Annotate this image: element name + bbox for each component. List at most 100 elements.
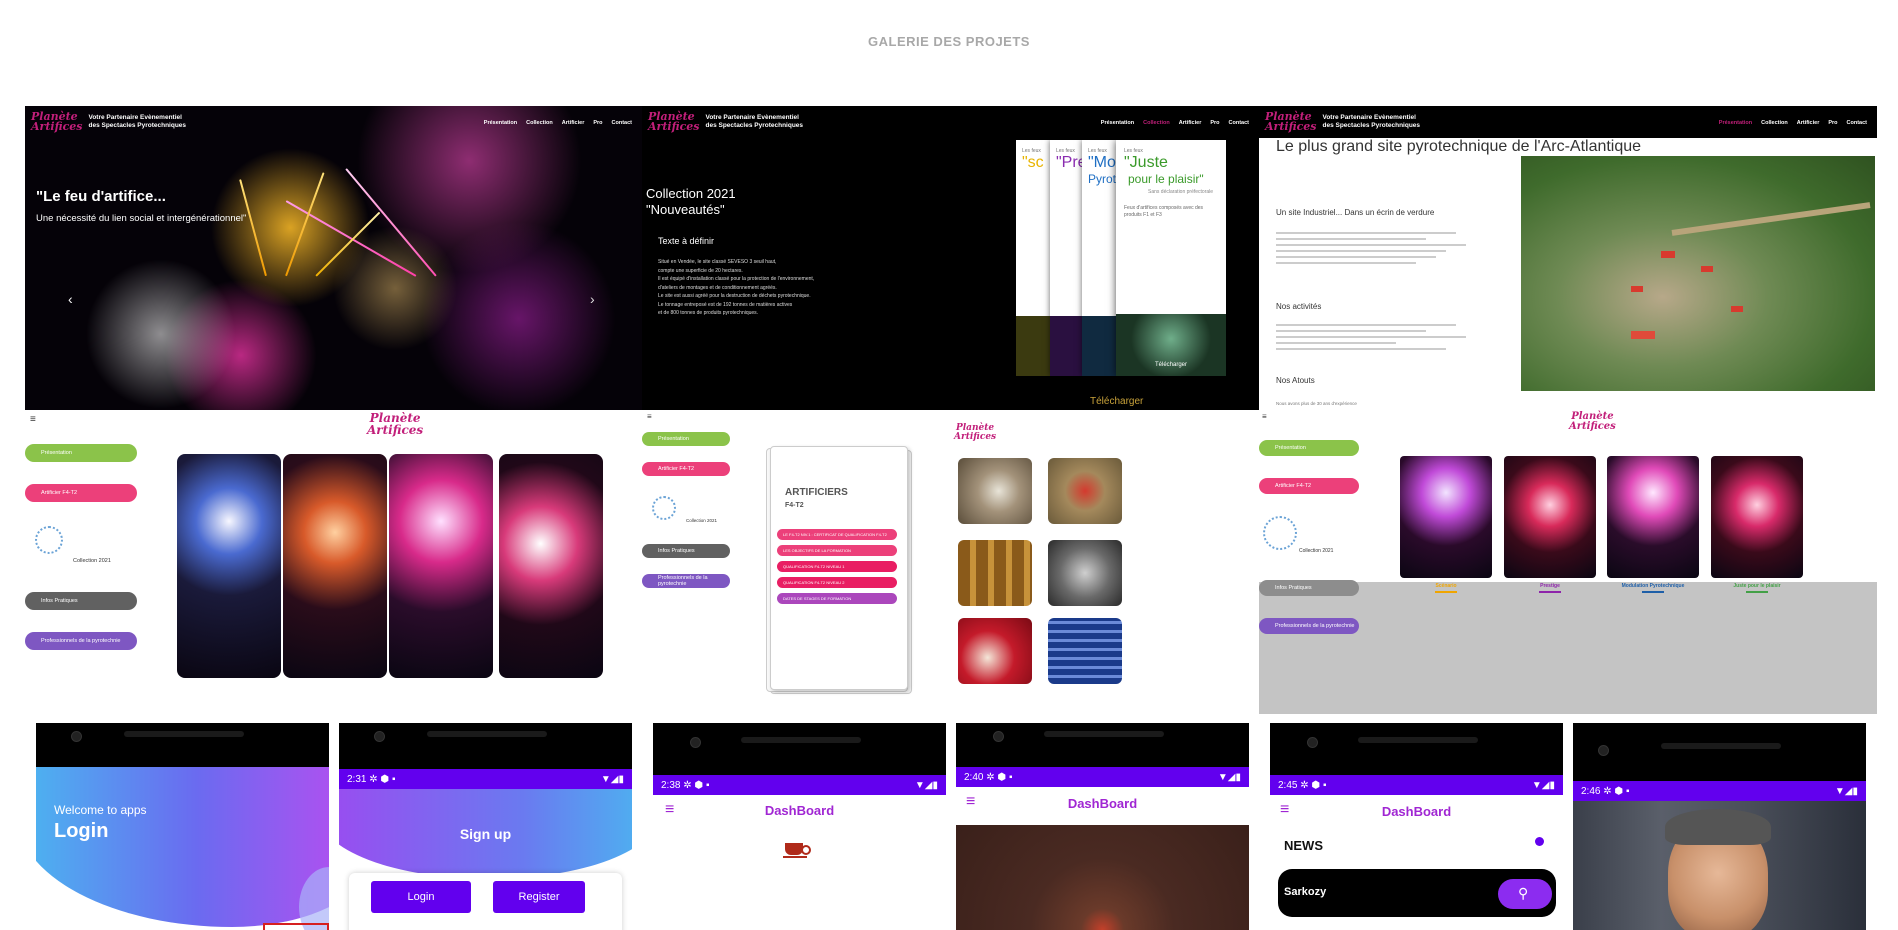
nav-item-collection[interactable]: Collection [1761, 120, 1788, 126]
dashboard-title: DashBoard [1067, 796, 1138, 811]
card-caption[interactable]: Modulation Pyrotechnique [1607, 583, 1699, 593]
menu-item-infos[interactable]: Infos Pratiques [642, 544, 730, 558]
nav-item-contact[interactable]: Contact [1229, 120, 1249, 126]
shield-icon: ⬢ [1311, 779, 1321, 791]
menu-item-infos[interactable]: Infos Pratiques [25, 592, 137, 610]
collection-card[interactable]: Les feux "Juste pour le plaisir" Sans dé… [1116, 140, 1226, 376]
gear-icon: ✲ [369, 773, 378, 785]
fireworks-card[interactable] [1607, 456, 1699, 578]
nav-item-presentation[interactable]: Présentation [1719, 120, 1752, 126]
nav-item-collection[interactable]: Collection [526, 120, 553, 126]
nav-item-artificier[interactable]: Artificier [1179, 120, 1202, 126]
menu-item-professionnels[interactable]: Professionnels de la pyrotechnie [1259, 618, 1359, 634]
search-button[interactable]: ⚲ [1498, 879, 1552, 909]
status-bar: 2:45 ✲ ⬢ ▪ ▼◢▮ [1270, 775, 1563, 795]
status-bar: 2:40 ✲ ⬢ ▪ ▼◢▮ [956, 767, 1249, 787]
page-heading: Le plus grand site pyrotechnique de l'Ar… [1276, 138, 1642, 155]
shield-icon: ⬢ [997, 771, 1007, 783]
nav-item-pro[interactable]: Pro [1210, 120, 1219, 126]
doc-button[interactable]: QUALIFICATION F4-T2 NIVEAU 1 [777, 561, 897, 572]
site-logo[interactable]: Planète Artifices [648, 111, 699, 132]
menu-item-artificier[interactable]: Artificier F4-T2 [25, 484, 137, 502]
nav-item-contact[interactable]: Contact [1847, 120, 1867, 126]
nav-item-collection[interactable]: Collection [1143, 120, 1170, 126]
battery-icon: ▮ [932, 779, 938, 791]
project-tile-fireworks-home[interactable]: Planète Artifices Votre Partenaire Evène… [25, 106, 642, 410]
sim-icon: ▪ [705, 779, 710, 791]
menu-item-collection[interactable]: Collection 2021 [1299, 548, 1333, 554]
fireworks-card[interactable] [1711, 456, 1803, 578]
menu-item-collection[interactable]: Collection 2021 [686, 518, 717, 523]
shield-icon: ⬢ [694, 779, 704, 791]
nav-item-presentation[interactable]: Présentation [1101, 120, 1134, 126]
nav-item-pro[interactable]: Pro [593, 120, 602, 126]
site-logo[interactable]: Planète Artifices [31, 111, 82, 132]
phone-screen-dashboard-image[interactable]: 2:40 ✲ ⬢ ▪ ▼◢▮ ≡ DashBoard [956, 723, 1249, 930]
menu-item-presentation[interactable]: Présentation [1259, 440, 1359, 456]
project-tile-app-gallery[interactable]: ≡ Planète Artifices Présentation Artific… [25, 410, 642, 714]
doc-button[interactable]: DATES DE STAGES DE FORMATION [777, 593, 897, 604]
login-button[interactable]: Login [371, 881, 471, 913]
card-download-button[interactable]: Télécharger [1116, 362, 1226, 368]
project-tile-presentation[interactable]: Planète Artifices Votre Partenaire Evène… [1259, 106, 1877, 410]
portrait-photo [1573, 801, 1866, 930]
menu-item-artificier[interactable]: Artificier F4-T2 [1259, 478, 1359, 494]
menu-item-presentation[interactable]: Présentation [642, 432, 730, 446]
menu-item-presentation[interactable]: Présentation [25, 444, 137, 462]
card-caption[interactable]: Juste pour le plaisir [1711, 583, 1803, 593]
doc-button[interactable]: LES OBJECTIFS DE LA FORMATION [777, 545, 897, 556]
project-tile-app-collection[interactable]: ≡ Présentation Artificier F4-T2 Collecti… [1259, 410, 1877, 714]
menu-item-infos[interactable]: Infos Pratiques [1259, 580, 1359, 596]
collection-icon[interactable] [35, 526, 63, 554]
card-caption[interactable]: Prestige [1504, 583, 1596, 593]
app-logo: Planète Artifices [367, 411, 424, 437]
menu-item-collection[interactable]: Collection 2021 [73, 558, 111, 564]
fireworks-card[interactable] [1400, 456, 1492, 578]
doc-button[interactable]: LE F4-T2 NIV.1 : CERTIFICAT DE QUALIFICA… [777, 529, 897, 540]
app-logo: Planète Artifices [1569, 411, 1616, 432]
nav-item-artificier[interactable]: Artificier [1797, 120, 1820, 126]
phone-screen-news[interactable]: 2:45 ✲ ⬢ ▪ ▼◢▮ ≡ DashBoard NEWS Sarkozy … [1270, 723, 1563, 930]
gear-icon: ✲ [986, 771, 995, 783]
text-block [1276, 324, 1486, 354]
search-input[interactable]: Sarkozy [1284, 886, 1326, 898]
menu-item-artificier[interactable]: Artificier F4-T2 [642, 462, 730, 476]
phone-screen-signup[interactable]: 2:31 ✲ ⬢ ▪ ▼◢▮ Sign up Login Register [339, 723, 632, 930]
register-button[interactable]: Register [493, 881, 585, 913]
carousel-next-arrow[interactable]: › [590, 291, 595, 307]
site-logo[interactable]: Planète Artifices [1265, 111, 1316, 132]
doc-button[interactable]: QUALIFICATION F4-T2 NIVEAU 2 [777, 577, 897, 588]
menu-item-professionnels[interactable]: Professionnels de la pyrotechnie [25, 632, 137, 650]
nav-item-contact[interactable]: Contact [612, 120, 632, 126]
phone-screen-photo[interactable]: 2:46 ✲ ⬢ ▪ ▼◢▮ [1573, 723, 1866, 930]
card-caption[interactable]: Scénario [1400, 583, 1492, 593]
speaker-slot [1358, 737, 1478, 743]
camera-icon [690, 737, 701, 748]
document-card[interactable]: ARTIFICIERS F4-T2 LE F4-T2 NIV.1 : CERTI… [770, 446, 908, 690]
project-tile-collection[interactable]: Planète Artifices Votre Partenaire Evène… [642, 106, 1259, 410]
site-header: Planète Artifices Votre Partenaire Evène… [1259, 106, 1877, 138]
shield-icon: ⬢ [1614, 785, 1624, 797]
nav-item-artificier[interactable]: Artificier [562, 120, 585, 126]
speaker-slot [1044, 731, 1164, 737]
gear-icon: ✲ [1603, 785, 1612, 797]
collection-icon[interactable] [1263, 516, 1297, 550]
nav-item-presentation[interactable]: Présentation [484, 120, 517, 126]
phone-screen-dashboard[interactable]: 2:38 ✲ ⬢ ▪ ▼◢▮ ≡ DashBoard [653, 723, 946, 930]
hamburger-icon[interactable]: ≡ [30, 414, 36, 425]
site-tagline: Votre Partenaire Evènementiel des Specta… [705, 114, 804, 129]
download-link[interactable]: Télécharger [1090, 396, 1143, 407]
hamburger-icon[interactable]: ≡ [647, 412, 652, 421]
collection-icon[interactable] [652, 496, 676, 520]
menu-item-professionnels[interactable]: Professionnels de la pyrotechnie [642, 574, 730, 588]
speaker-slot [124, 731, 244, 737]
nav-item-pro[interactable]: Pro [1828, 120, 1837, 126]
hamburger-icon[interactable]: ≡ [1262, 412, 1267, 421]
search-bar[interactable]: Sarkozy ⚲ [1278, 869, 1556, 917]
fireworks-card[interactable] [1504, 456, 1596, 578]
photo-thumb [1048, 618, 1122, 684]
hero-subline: Une nécessité du lien social et intergén… [36, 213, 247, 224]
phone-screen-login[interactable]: Welcome to apps Login [36, 723, 329, 930]
carousel-prev-arrow[interactable]: ‹ [68, 291, 73, 307]
project-tile-artificiers[interactable]: ≡ Présentation Artificier F4-T2 Collecti… [642, 410, 1259, 714]
